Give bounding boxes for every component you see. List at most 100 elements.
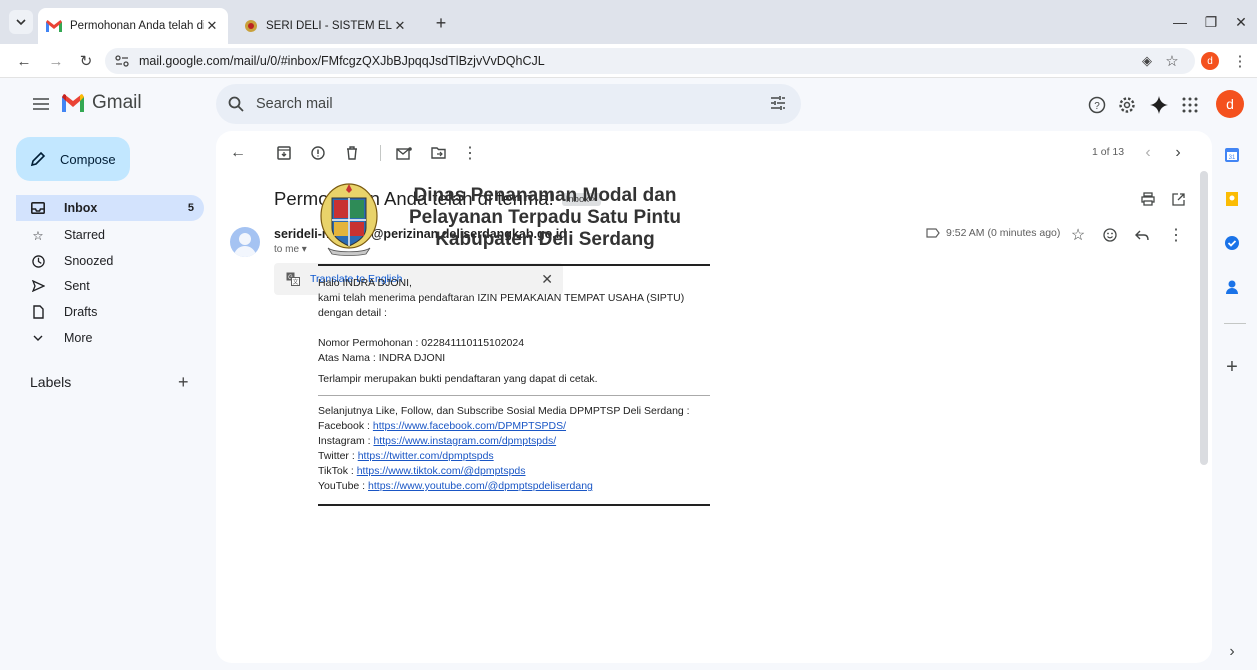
label-icon <box>926 228 940 238</box>
social-intro: Selanjutnya Like, Follow, dan Subscribe … <box>318 405 690 417</box>
visibility-icon[interactable]: ◈ <box>1135 49 1159 73</box>
attachment-note: Terlampir merupakan bukti pendaftaran ya… <box>318 373 598 385</box>
social-link[interactable]: https://www.youtube.com/@dpmptspdeliserd… <box>368 480 593 492</box>
close-window-icon[interactable]: ✕ <box>1229 10 1253 34</box>
emoji-reaction-icon[interactable] <box>1100 225 1120 245</box>
site-info-icon[interactable] <box>115 55 129 67</box>
settings-icon[interactable] <box>1115 93 1139 117</box>
report-spam-icon[interactable] <box>308 143 328 163</box>
social-link[interactable]: https://www.tiktok.com/@dpmptspds <box>357 465 526 477</box>
social-name: Facebook : <box>318 420 373 432</box>
account-avatar[interactable]: d <box>1216 90 1244 118</box>
browser-menu-icon[interactable]: ⋮ <box>1228 49 1252 73</box>
social-name: YouTube : <box>318 480 369 492</box>
sidebar-item-label: Starred <box>64 228 105 242</box>
side-panel-divider <box>1224 323 1246 324</box>
sidebar-item-starred[interactable]: ☆ Starred <box>16 222 204 248</box>
sidebar-item-more[interactable]: More <box>16 325 204 351</box>
minimize-icon[interactable]: — <box>1168 10 1192 34</box>
send-icon <box>30 278 46 294</box>
social-name: TikTok : <box>318 465 357 477</box>
archive-icon[interactable] <box>274 143 294 163</box>
get-add-ons-icon[interactable]: + <box>1220 355 1244 379</box>
sidebar-item-drafts[interactable]: Drafts <box>16 299 204 325</box>
star-message-icon[interactable]: ☆ <box>1068 225 1088 245</box>
sidebar-item-snoozed[interactable]: Snoozed <box>16 248 204 274</box>
create-label-button[interactable]: + <box>178 372 189 393</box>
tasks-icon[interactable] <box>1220 231 1244 255</box>
recipient-summary[interactable]: to me ▾ <box>274 244 307 255</box>
browser-tab-seri-deli[interactable]: SERI DELI - SISTEM ELEKTRONIK ✕ <box>236 8 416 44</box>
scrollbar-thumb[interactable] <box>1200 171 1208 465</box>
divider <box>318 395 710 396</box>
search-options-icon[interactable] <box>769 94 787 112</box>
message-more-icon[interactable]: ⋮ <box>1166 225 1186 245</box>
sidebar-item-inbox[interactable]: Inbox 5 <box>16 195 204 221</box>
time-text: 9:52 AM (0 minutes ago) <box>946 227 1061 239</box>
gmail-wordmark: Gmail <box>92 92 142 113</box>
organization-name: Dinas Penanaman Modal dan Pelayanan Terp… <box>380 185 710 251</box>
sender-avatar[interactable] <box>230 227 260 257</box>
page-count: 1 of 13 <box>1092 146 1125 158</box>
compose-button[interactable]: Compose <box>16 137 130 181</box>
org-line: Pelayanan Terpadu Satu Pintu <box>408 207 682 228</box>
email-message: Halo INDRA DJONI, kami telah menerima pe… <box>318 276 710 506</box>
reply-icon[interactable] <box>1132 225 1152 245</box>
delete-icon[interactable] <box>342 143 362 163</box>
bookmark-star-icon[interactable]: ☆ <box>1160 49 1184 73</box>
gmail-logo[interactable]: Gmail <box>60 92 142 114</box>
keep-icon[interactable] <box>1220 187 1244 211</box>
move-to-icon[interactable] <box>428 143 448 163</box>
calendar-icon[interactable]: 31 <box>1220 143 1244 167</box>
unread-count: 5 <box>187 202 194 214</box>
mark-unread-icon[interactable] <box>394 143 414 163</box>
close-tab-icon[interactable]: ✕ <box>392 18 408 34</box>
footer-rule <box>318 504 710 506</box>
new-tab-button[interactable]: + <box>430 12 452 34</box>
address-bar[interactable]: mail.google.com/mail/u/0/#inbox/FMfcgzQX… <box>105 48 1195 74</box>
header-rule <box>318 264 710 266</box>
inbox-icon <box>30 200 46 216</box>
apps-grid-icon[interactable] <box>1178 93 1202 117</box>
tab-search-menu-button[interactable] <box>9 10 33 34</box>
tab-title: Permohonan Anda telah di terima <box>70 20 204 32</box>
sidebar-item-label: Snoozed <box>64 254 114 268</box>
social-link[interactable]: https://twitter.com/dpmptspds <box>358 450 494 462</box>
translate-icon: G文 <box>286 272 300 286</box>
back-to-inbox-icon[interactable]: ← <box>228 143 248 163</box>
social-link[interactable]: https://www.facebook.com/DPMPTSPDS/ <box>373 420 566 432</box>
main-menu-icon[interactable] <box>29 92 53 116</box>
social-facebook: Facebook : https://www.facebook.com/DPMP… <box>318 419 710 434</box>
message-line: kami telah menerima pendaftaran IZIN PEM… <box>318 292 685 304</box>
restore-icon[interactable]: ❐ <box>1199 10 1223 34</box>
recipient-text: to me <box>274 244 300 255</box>
social-link[interactable]: https://www.instagram.com/dpmptspds/ <box>373 435 556 447</box>
forward-icon[interactable]: → <box>44 49 68 73</box>
open-new-window-icon[interactable] <box>1168 189 1188 209</box>
older-icon[interactable]: › <box>1168 143 1188 163</box>
pencil-icon <box>30 151 46 167</box>
browser-tab-gmail[interactable]: Permohonan Anda telah di terima ✕ <box>38 8 228 44</box>
reload-icon[interactable]: ↻ <box>74 49 98 73</box>
org-line: Kabupaten Deli Serdang <box>435 229 655 250</box>
email-body: Dinas Penanaman Modal dan Pelayanan Terp… <box>318 178 710 506</box>
print-icon[interactable] <box>1138 189 1158 209</box>
search-icon[interactable] <box>228 96 244 112</box>
newer-icon[interactable]: ‹ <box>1138 143 1158 163</box>
search-placeholder: Search mail <box>256 96 333 112</box>
expand-panel-icon[interactable]: › <box>1220 640 1244 664</box>
browser-profile-avatar[interactable]: d <box>1201 52 1219 70</box>
toolbar-divider <box>380 145 381 161</box>
more-actions-icon[interactable]: ⋮ <box>460 143 480 163</box>
close-tab-icon[interactable]: ✕ <box>204 18 220 34</box>
gemini-sparkle-icon[interactable] <box>1147 93 1171 117</box>
message-line: dengan detail : <box>318 307 387 319</box>
draft-icon <box>30 304 46 320</box>
help-icon[interactable]: ? <box>1085 93 1109 117</box>
contacts-icon[interactable] <box>1220 275 1244 299</box>
application-number: Nomor Permohonan : 022841110115102024 <box>318 337 525 349</box>
back-icon[interactable]: ← <box>12 49 36 73</box>
sidebar-item-sent[interactable]: Sent <box>16 273 204 299</box>
search-bar[interactable]: Search mail <box>216 84 801 124</box>
email-header: Dinas Penanaman Modal dan Pelayanan Terp… <box>318 178 710 258</box>
